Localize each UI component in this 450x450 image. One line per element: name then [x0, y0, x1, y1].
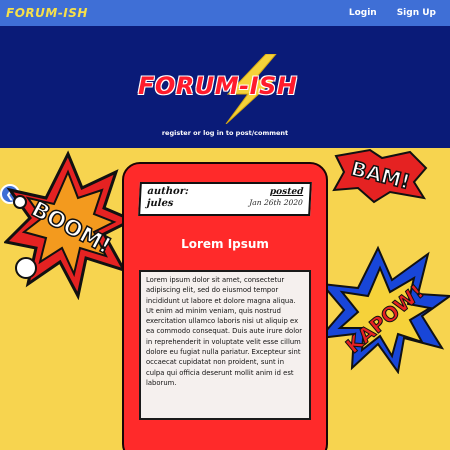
post-meta: author: jules posted Jan 26th 2020	[138, 182, 312, 216]
posted-label: posted	[269, 187, 304, 197]
post-title[interactable]: Lorem Ipsum	[124, 237, 326, 251]
author-name[interactable]: jules	[146, 198, 188, 210]
posted-block: posted Jan 26th 2020	[249, 186, 304, 212]
top-nav: FORUM-ISH Login Sign Up	[0, 0, 450, 26]
kapow-burst-decoration: KAPOW!	[318, 245, 450, 374]
author-label: author:	[147, 186, 189, 197]
brand-logo[interactable]: FORUM-ISH	[6, 6, 88, 20]
forum-logo: FORUM-ISH	[128, 54, 318, 124]
tagline[interactable]: register or log in to post/comment	[0, 129, 450, 137]
logo-text: FORUM-ISH	[138, 72, 298, 100]
post-card[interactable]: author: jules posted Jan 26th 2020 Lorem…	[122, 162, 328, 450]
post-date: Jan 26th 2020	[249, 198, 304, 207]
hero-header: FORUM-ISH register or log in to post/com…	[0, 26, 450, 148]
boom-burst-decoration: BOOM!	[4, 150, 132, 300]
nav-links: Login Sign Up	[349, 8, 436, 18]
post-body: Lorem ipsum dolor sit amet, consectetur …	[139, 270, 311, 420]
signup-link[interactable]: Sign Up	[397, 8, 436, 18]
bam-burst-decoration: BAM!	[332, 148, 428, 204]
login-link[interactable]: Login	[349, 8, 377, 18]
author-block: author: jules	[146, 186, 189, 212]
